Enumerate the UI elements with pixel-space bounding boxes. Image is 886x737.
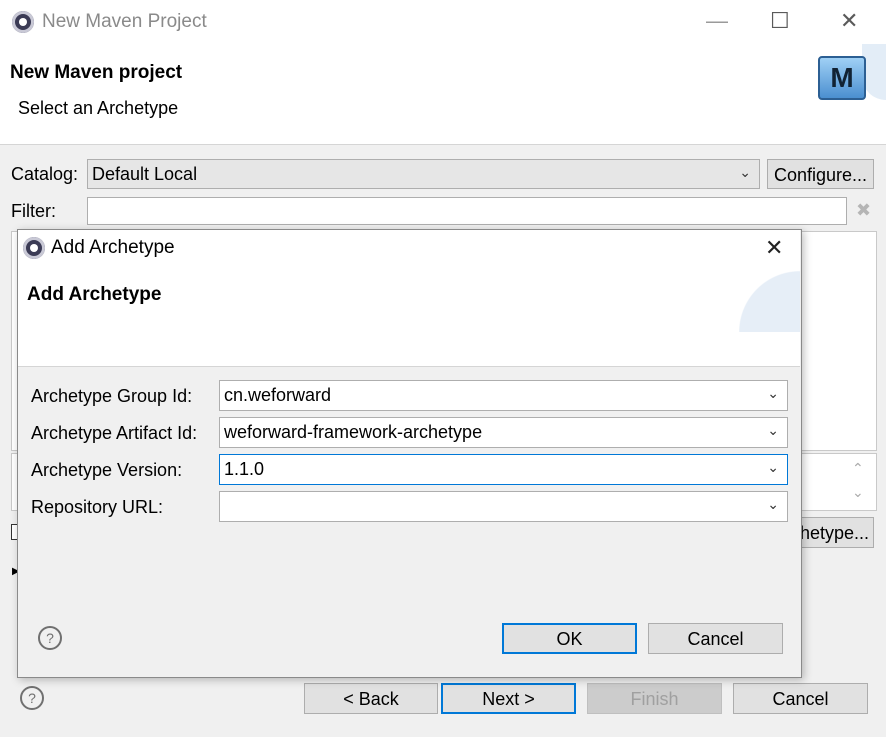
wizard-header: [0, 44, 886, 145]
eclipse-gear-icon: [23, 237, 45, 259]
ok-button[interactable]: OK: [502, 623, 637, 654]
version-value: 1.1.0: [224, 459, 265, 479]
wizard-title: New Maven project: [10, 62, 183, 83]
scroll-down-icon[interactable]: ⌄: [852, 484, 864, 501]
next-button[interactable]: Next >: [441, 683, 576, 714]
chevron-down-icon: ⌄: [767, 459, 779, 475]
back-button[interactable]: < Back: [304, 683, 438, 714]
dialog-header-decoration: [726, 264, 800, 332]
repository-url-label: Repository URL:: [31, 497, 164, 517]
artifact-id-combo[interactable]: weforward-framework-archetype ⌄: [219, 417, 788, 448]
scroll-up-icon[interactable]: ⌃: [852, 460, 864, 477]
maven-logo-icon: M: [818, 56, 866, 100]
cancel-button[interactable]: Cancel: [733, 683, 868, 714]
chevron-down-icon: ⌄: [767, 496, 779, 512]
help-icon[interactable]: ?: [20, 686, 44, 710]
eclipse-gear-icon: [12, 11, 34, 33]
dialog-title: Add Archetype: [51, 237, 175, 258]
clear-filter-icon[interactable]: ✖: [856, 200, 871, 221]
chevron-down-icon: ⌄: [767, 385, 779, 401]
catalog-label: Catalog:: [11, 164, 79, 184]
group-id-combo[interactable]: cn.weforward ⌄: [219, 380, 788, 411]
filter-label: Filter:: [11, 201, 56, 221]
wizard-subtitle: Select an Archetype: [18, 98, 179, 118]
window-title: New Maven Project: [42, 11, 207, 32]
group-id-value: cn.weforward: [224, 385, 332, 405]
close-button[interactable]: ✕: [840, 10, 858, 32]
artifact-id-value: weforward-framework-archetype: [224, 422, 483, 442]
dialog-help-icon[interactable]: ?: [38, 626, 62, 650]
catalog-value: Default Local: [92, 164, 198, 184]
chevron-down-icon: ⌄: [767, 422, 779, 438]
dialog-header: [18, 266, 800, 367]
maximize-button[interactable]: ☐: [770, 10, 790, 32]
group-id-label: Archetype Group Id:: [31, 386, 193, 406]
artifact-id-label: Archetype Artifact Id:: [31, 423, 198, 443]
minimize-button[interactable]: —: [706, 10, 728, 32]
dialog-cancel-button[interactable]: Cancel: [648, 623, 783, 654]
dialog-close-button[interactable]: ✕: [765, 237, 783, 259]
repository-url-combo[interactable]: ⌄: [219, 491, 788, 522]
filter-input[interactable]: [87, 197, 847, 225]
version-combo[interactable]: 1.1.0 ⌄: [219, 454, 788, 485]
version-label: Archetype Version:: [31, 460, 183, 480]
configure-button[interactable]: Configure...: [767, 159, 874, 189]
catalog-select[interactable]: Default Local ⌄: [87, 159, 760, 189]
chevron-down-icon: ⌄: [739, 164, 751, 180]
finish-button[interactable]: Finish: [587, 683, 722, 714]
dialog-header-title: Add Archetype: [27, 284, 162, 305]
